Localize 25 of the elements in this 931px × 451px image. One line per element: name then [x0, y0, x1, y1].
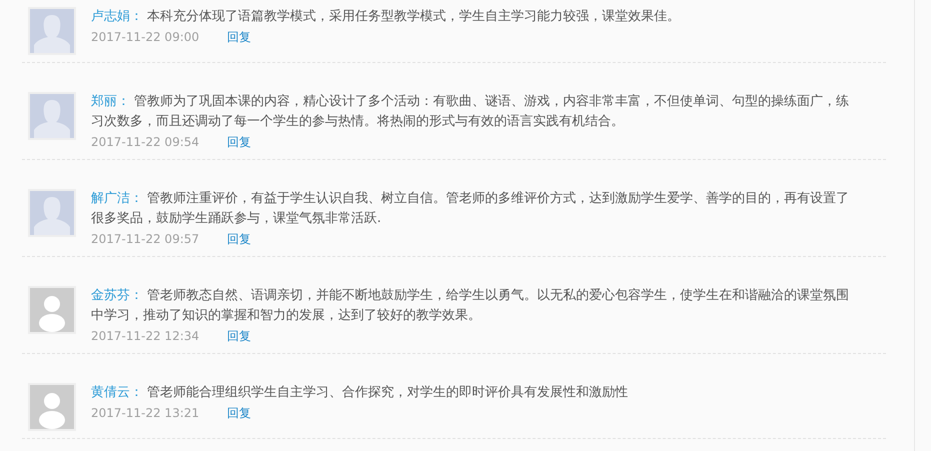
author-link[interactable]: 郑丽： — [91, 94, 130, 109]
comment-text: 金苏芬： 管老师教态自然、语调亲切，并能不断地鼓励学生，给学生以勇气。以无私的爱心包容学生，使学生在和谐融洽的课堂氛围中学习，推动了知识的掌握和智力的发展，达到了较好的教学效果。 — [91, 287, 850, 325]
avatar-icon — [28, 92, 76, 140]
author-link[interactable]: 黄倩云： — [91, 385, 143, 400]
avatar-icon — [28, 286, 76, 334]
avatar-icon — [28, 7, 76, 55]
comment-text: 黄倩云： 管老师能合理组织学生自主学习、合作探究，对学生的即时评价具有发展性和激励性 — [91, 384, 629, 402]
avatar-icon — [28, 189, 76, 237]
reply-link[interactable]: 回复 — [227, 27, 252, 47]
comment-text: 解广洁： 管教师注重评价，有益于学生认识自我、树立自信。管老师的多维评价方式，达到激励学生爱学、善学的目的，再有设置了很多奖品，鼓励学生踊跃参与，课堂气氛非常活跃. — [91, 190, 850, 228]
comment-time: 2017-11-22 09:00 — [91, 29, 200, 46]
avatar-icon — [28, 383, 76, 431]
author-link[interactable]: 卢志娟： — [91, 9, 143, 24]
comment-time: 2017-11-22 09:54 — [91, 134, 200, 151]
reply-link[interactable]: 回复 — [227, 132, 252, 152]
author-link[interactable]: 金苏芬： — [91, 288, 143, 303]
comment-time: 2017-11-22 09:57 — [91, 231, 200, 248]
reply-link[interactable]: 回复 — [227, 403, 252, 423]
reply-link[interactable]: 回复 — [227, 326, 252, 346]
comment-text: 卢志娟： 本科充分体现了语篇教学模式，采用任务型教学模式，学生自主学习能力较强，课堂效果佳。 — [91, 8, 681, 26]
author-link[interactable]: 解广洁： — [91, 191, 143, 206]
comment-time: 2017-11-22 12:34 — [91, 328, 200, 345]
comment-time: 2017-11-22 13:21 — [91, 405, 200, 422]
reply-link[interactable]: 回复 — [227, 229, 252, 249]
comment-text: 郑丽： 管教师为了巩固本课的内容，精心设计了多个活动：有歌曲、谜语、游戏，内容非常丰富，不但使单词、句型的操练面广，练习次数多，而且还调动了每一个学生的参与热情。将热闹的形式与有效的语言实践有机结合。 — [91, 93, 850, 131]
